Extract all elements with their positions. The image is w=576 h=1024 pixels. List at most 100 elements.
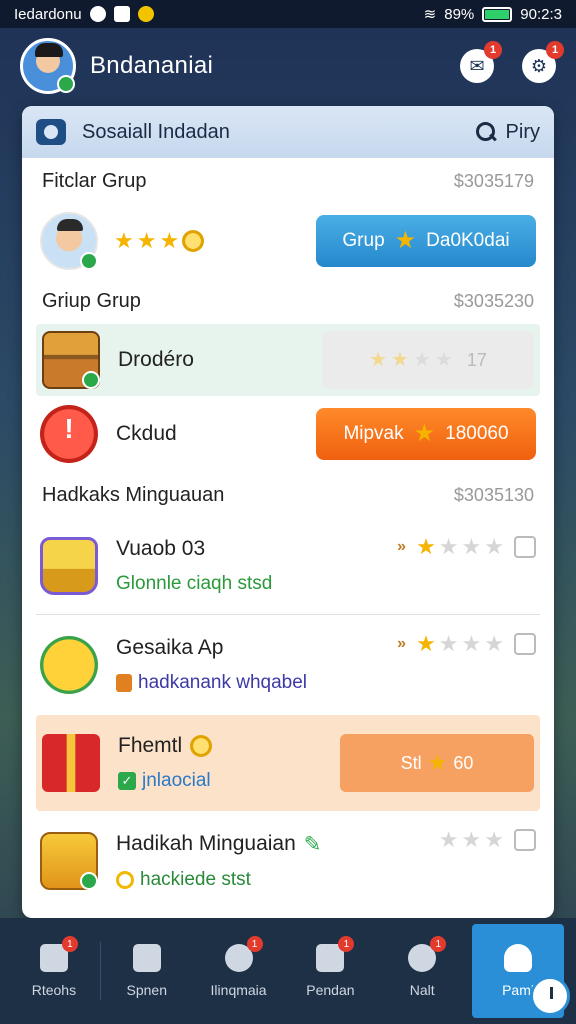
section-header: Griup Grup $3035230 [22, 278, 554, 324]
nav-badge: 1 [246, 936, 263, 952]
nav-label: Rteohs [31, 982, 77, 998]
star-icon: ★ [461, 534, 482, 559]
section-header: Fitclar Grup $3035179 [22, 158, 554, 204]
camera-icon[interactable] [36, 119, 66, 145]
search-button[interactable]: Piry [475, 120, 540, 144]
rating-stars: ★ ★ ★ [114, 228, 205, 253]
item-title: Fhemtl [118, 734, 183, 757]
chat-button[interactable]: ✉ 1 [460, 41, 502, 83]
item-subtitle: hackiede stst [140, 868, 251, 890]
list-item[interactable]: Drodéro ★ ★ ★ ★ 17 [36, 324, 540, 396]
chevron-icon: » [397, 538, 407, 555]
nav-badge: 1 [430, 936, 447, 952]
list-item[interactable]: Fhemtl ✓ jnlaocial Stl ★ 60 [36, 715, 540, 811]
group-button[interactable]: Grup ★ Da0K0dai [316, 215, 536, 267]
community-icon: 1 [224, 936, 263, 972]
settings-badge: 1 [546, 41, 564, 59]
list-item[interactable]: ★ ★ ★ Grup ★ Da0K0dai [22, 204, 554, 278]
chat-badge: 1 [484, 41, 502, 59]
star-icon: ★ [394, 227, 417, 254]
section-value: $3035130 [453, 484, 534, 505]
nav-item-community[interactable]: 1 Ilinqmaia [193, 924, 285, 1018]
app-status-icon [113, 6, 130, 22]
panel-title: Sosaiall Indadan [82, 120, 230, 143]
star-icon: ★ [413, 420, 436, 447]
checkbox-icon[interactable]: ✓ [118, 772, 136, 790]
circle-check-icon [116, 870, 134, 889]
star-icon: ★ [416, 631, 436, 656]
nav-item-events[interactable]: 1 Pendan [284, 924, 376, 1018]
gift-icon [42, 734, 100, 792]
nav-item-games[interactable]: 1 Nalt [376, 924, 468, 1018]
smiley-icon [40, 636, 98, 694]
star-icon: ★ [159, 228, 180, 253]
box-icon [132, 944, 161, 972]
reward-button[interactable]: Stl ★ 60 [340, 734, 534, 792]
search-label: Piry [505, 120, 540, 143]
button-value: 180060 [445, 423, 509, 444]
star-icon: ★ [391, 349, 409, 371]
coin-box-icon [40, 832, 98, 890]
online-status-icon [80, 252, 98, 270]
star-icon: ★ [461, 827, 482, 852]
section-title: Hadkaks Minguauan [42, 483, 225, 506]
star-icon: ★ [136, 228, 157, 253]
chat-icon: ✉ [469, 55, 485, 76]
item-subtitle: hadkanank whqabel [138, 672, 308, 693]
gear-icon: ⚙ [530, 55, 548, 76]
list-item[interactable]: Gesaika Ap hadkanank whqabel » ★ ★ ★ ★ [22, 615, 554, 715]
nav-label: Ilinqmaia [210, 982, 267, 998]
section-title: Griup Grup [42, 289, 141, 312]
bottom-nav: 1 Rteohs Spnen 1 Ilinqmaia 1 Pendan 1 Na… [0, 918, 576, 1024]
clock-button[interactable] [530, 976, 570, 1016]
nav-badge: 1 [338, 936, 355, 952]
star-icon: ★ [484, 827, 504, 852]
claim-button[interactable]: Mipvak ★ 180060 [316, 408, 536, 460]
star-icon: ★ [461, 631, 482, 656]
nav-item-shop[interactable]: Spnen [101, 924, 193, 1018]
section-value: $3035179 [453, 170, 534, 191]
coin-status-icon [137, 6, 154, 22]
item-label: Drodéro [118, 348, 194, 371]
rating-stars: ★ ★ ★ ★ [416, 536, 504, 558]
item-label: Ckdud [116, 422, 177, 445]
coin-icon [190, 735, 213, 757]
share-icon[interactable] [514, 633, 536, 655]
share-icon[interactable] [514, 536, 536, 558]
star-icon: ★ [438, 827, 459, 852]
app-header: Bndananiai ✉ 1 ⚙ 1 [0, 28, 576, 104]
list-item[interactable]: Ckdud Mipvak ★ 180060 [22, 396, 554, 472]
gamepad-icon: 1 [408, 936, 447, 972]
star-icon: ★ [438, 631, 459, 656]
button-value: 17 [466, 349, 487, 370]
profile-avatar[interactable] [20, 38, 76, 94]
nav-badge: 1 [61, 936, 78, 952]
disabled-reward-button[interactable]: ★ ★ ★ ★ 17 [322, 331, 534, 389]
item-subtitle: jnlaocial [142, 770, 211, 791]
settings-button[interactable]: ⚙ 1 [522, 41, 564, 83]
share-icon[interactable] [514, 829, 536, 851]
chest-icon [42, 331, 100, 389]
item-title: Hadikah Minguaian [116, 832, 296, 855]
button-value: 60 [453, 752, 474, 773]
home-icon: 1 [39, 936, 78, 972]
star-icon: ★ [484, 631, 504, 656]
item-subtitle: Glonnle ciaqh stsd [116, 573, 273, 594]
star-icon: ★ [438, 534, 459, 559]
leaf-icon: ✎ [303, 832, 322, 856]
section-value: $3035230 [453, 290, 534, 311]
star-icon: ★ [412, 349, 431, 371]
nav-item-home[interactable]: 1 Rteohs [8, 924, 100, 1018]
section-header: Hadkaks Minguauan $3035130 [22, 472, 554, 518]
status-bar: Iedardonu ≋ 89% 90:2:3 [0, 0, 576, 28]
list-item[interactable]: Hadikah Minguaian ✎ hackiede stst ★ ★ ★ [22, 811, 554, 911]
star-icon: ★ [416, 534, 436, 559]
nav-label: Pendan [306, 982, 355, 998]
alert-icon [40, 405, 98, 463]
clock: 90:2:3 [520, 5, 562, 23]
star-icon: ★ [369, 349, 388, 371]
star-icon: ★ [114, 228, 134, 253]
online-status-icon [82, 371, 100, 389]
panel-header: Sosaiall Indadan Piry [22, 106, 554, 158]
list-item[interactable]: Vuaob 03 Glonnle ciaqh stsd » ★ ★ ★ ★ [22, 518, 554, 614]
